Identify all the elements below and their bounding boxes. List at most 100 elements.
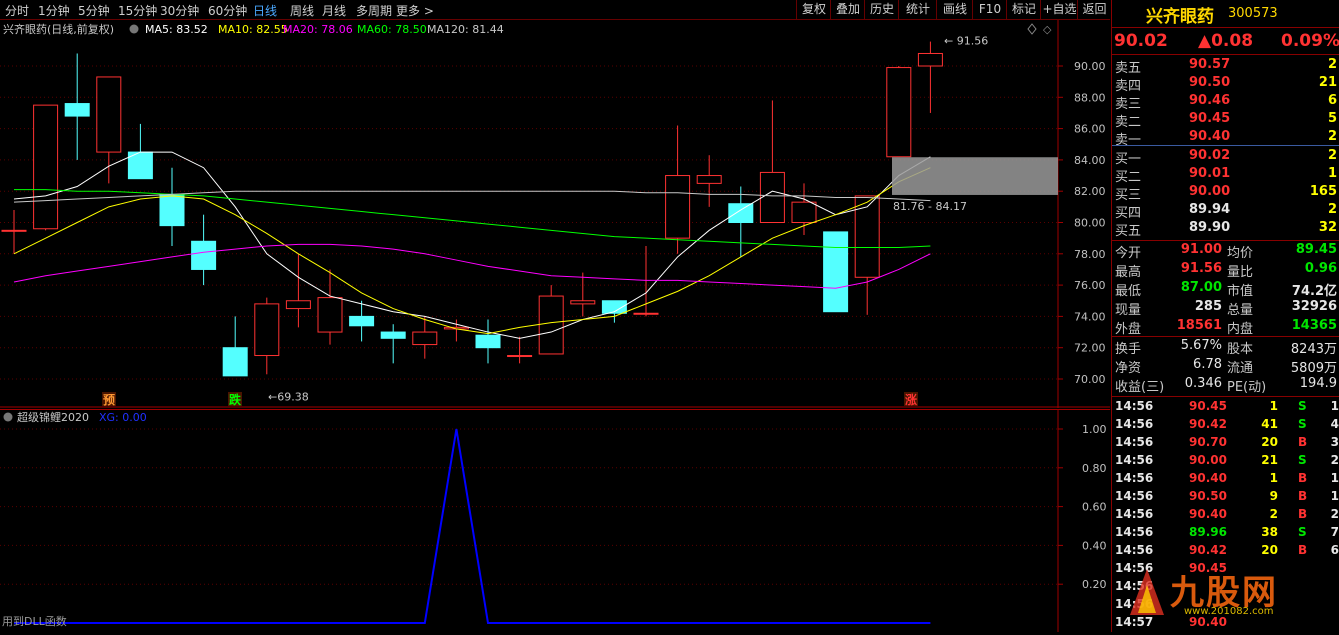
candle [127, 123, 153, 180]
trade-count: 6 [1330, 543, 1339, 557]
bid-label: 买五 [1115, 224, 1142, 239]
fund-value: 6.78 [1193, 357, 1222, 372]
tab-0[interactable]: 分时 [5, 2, 29, 19]
stat-value: 18561 [1176, 318, 1222, 333]
tab-2[interactable]: 5分钟 [78, 2, 110, 19]
toolbar-button-3[interactable]: 统计 [898, 0, 937, 19]
toolbar-button-4[interactable]: 画线 [936, 0, 973, 19]
tab-10[interactable]: 更多 > [396, 2, 434, 19]
fund-value: 5809万 [1290, 361, 1337, 376]
candle [854, 195, 880, 315]
stat-value: 285 [1194, 299, 1222, 314]
fund-label: 收益(三) [1115, 380, 1165, 395]
bid-row: 买四 89.94 2 [1112, 201, 1339, 221]
trade-row: 14:56 90.40 2 B 2 [1112, 506, 1339, 524]
stat-row: 今开 91.00 均价 89.45 [1112, 241, 1339, 261]
candle-body [633, 312, 659, 315]
tab-8[interactable]: 月线 [322, 2, 346, 19]
candle-body [191, 240, 217, 270]
low-marker: ←69.38 [268, 391, 309, 404]
range-label: 81.76 - 84.17 [893, 200, 967, 213]
kline-chart[interactable]: 90.00 88.00 86.00 84.00 82.00 80.00 78.00 76.00… [0, 20, 1110, 408]
indicator-title: 超级锦鲤2020 [17, 410, 89, 424]
watermark: 九股网 www.201082.com [1122, 563, 1337, 623]
candle-body [380, 331, 406, 339]
stat-label: 内盘 [1227, 322, 1254, 337]
tab-7[interactable]: 周线 [290, 2, 314, 19]
range-highlight-box [892, 157, 1058, 195]
trade-volume: 20 [1261, 435, 1278, 449]
toolbar-button-5[interactable]: F10 [972, 0, 1007, 19]
candle [33, 104, 59, 231]
stat-label: 总量 [1227, 303, 1254, 318]
ma-legend-1: MA10: 82.55 [218, 23, 288, 36]
candle [254, 297, 280, 375]
candle-body [475, 334, 501, 349]
y-tick-label: 0.20 [1082, 578, 1107, 591]
candle-body [349, 315, 375, 327]
stat-label: 现量 [1115, 303, 1142, 318]
stat-row: 外盘 18561 内盘 14365 [1112, 317, 1339, 337]
toolbar-button-0[interactable]: 复权 [796, 0, 831, 19]
trade-count: 2 [1330, 507, 1339, 521]
tab-1[interactable]: 1分钟 [38, 2, 70, 19]
trade-price: 90.50 [1189, 489, 1227, 503]
ma-legend-2: MA20: 78.06 [283, 23, 353, 36]
ma-legend-0: MA5: 83.52 [145, 23, 208, 36]
ask-price: 90.46 [1189, 93, 1231, 108]
stat-row: 最高 91.56 量比 0.96 [1112, 260, 1339, 280]
fund-value: 0.346 [1184, 376, 1222, 391]
y-tick-label: 88.00 [1074, 91, 1106, 104]
toolbar-button-7[interactable]: +自选 [1040, 0, 1078, 19]
stat-value: 87.00 [1180, 280, 1222, 295]
trade-volume: 1 [1269, 471, 1278, 485]
trade-time: 14:56 [1115, 507, 1154, 521]
candle [538, 285, 564, 355]
stock-header: 兴齐眼药 300573 [1112, 2, 1339, 27]
trade-side: S [1298, 399, 1307, 413]
ask-volume: 2 [1327, 57, 1337, 72]
tab-6[interactable]: 日线 [253, 2, 277, 19]
ask-volume: 6 [1327, 93, 1337, 108]
trade-count: 3 [1330, 435, 1339, 449]
tab-5[interactable]: 60分钟 [208, 2, 247, 19]
indicator-chart[interactable]: 1.00 0.80 0.60 0.40 0.20 超级锦鲤2020 XG: 0.00 用到DL… [0, 409, 1110, 632]
stat-value: 14365 [1291, 318, 1337, 333]
trade-count: 1 [1330, 489, 1339, 503]
indicator-svg[interactable]: 1.00 0.80 0.60 0.40 0.20 超级锦鲤2020 XG: 0.00 用到DL… [0, 409, 1110, 632]
candle-body [917, 52, 943, 67]
trade-volume: 9 [1269, 489, 1278, 503]
watermark-logo-icon [1130, 569, 1164, 615]
toolbar-button-6[interactable]: 标记 [1006, 0, 1041, 19]
candle [886, 66, 912, 158]
trade-time: 14:56 [1115, 435, 1154, 449]
bid-row: 买五 89.90 32 [1112, 219, 1339, 239]
stat-row: 现量 285 总量 32926 [1112, 298, 1339, 318]
tab-4[interactable]: 30分钟 [160, 2, 199, 19]
bid-volume: 1 [1327, 166, 1337, 181]
tab-3[interactable]: 15分钟 [118, 2, 157, 19]
fund-row: 换手 5.67% 股本 8243万 [1112, 337, 1339, 357]
candle-body [64, 103, 90, 117]
signal-label-1: 跌 [229, 392, 242, 407]
stat-label: 量比 [1227, 265, 1254, 280]
trade-price: 90.45 [1189, 399, 1227, 413]
trade-row: 14:56 90.45 1 S 1 [1112, 398, 1339, 416]
settings-icon [3, 412, 13, 422]
toolbar-button-1[interactable]: 叠加 [830, 0, 865, 19]
toolbar-button-2[interactable]: 历史 [864, 0, 899, 19]
bid-price: 89.90 [1189, 220, 1231, 235]
trade-row: 14:56 90.42 20 B 6 [1112, 542, 1339, 560]
candle-body [33, 104, 59, 230]
tab-9[interactable]: 多周期 [356, 2, 392, 19]
kline-svg[interactable]: 90.00 88.00 86.00 84.00 82.00 80.00 78.00 76.00… [0, 20, 1110, 408]
candle-body [665, 175, 691, 239]
trade-volume: 2 [1269, 507, 1278, 521]
trade-time: 14:56 [1115, 471, 1154, 485]
stat-row: 最低 87.00 市值 74.2亿 [1112, 279, 1339, 299]
toolbar-button-8[interactable]: 返回 [1077, 0, 1111, 19]
ask-row: 卖四 90.50 21 [1112, 74, 1339, 94]
fund-label: 净资 [1115, 361, 1142, 376]
last-price: 90.02 [1114, 31, 1168, 51]
candle-body [728, 203, 754, 224]
